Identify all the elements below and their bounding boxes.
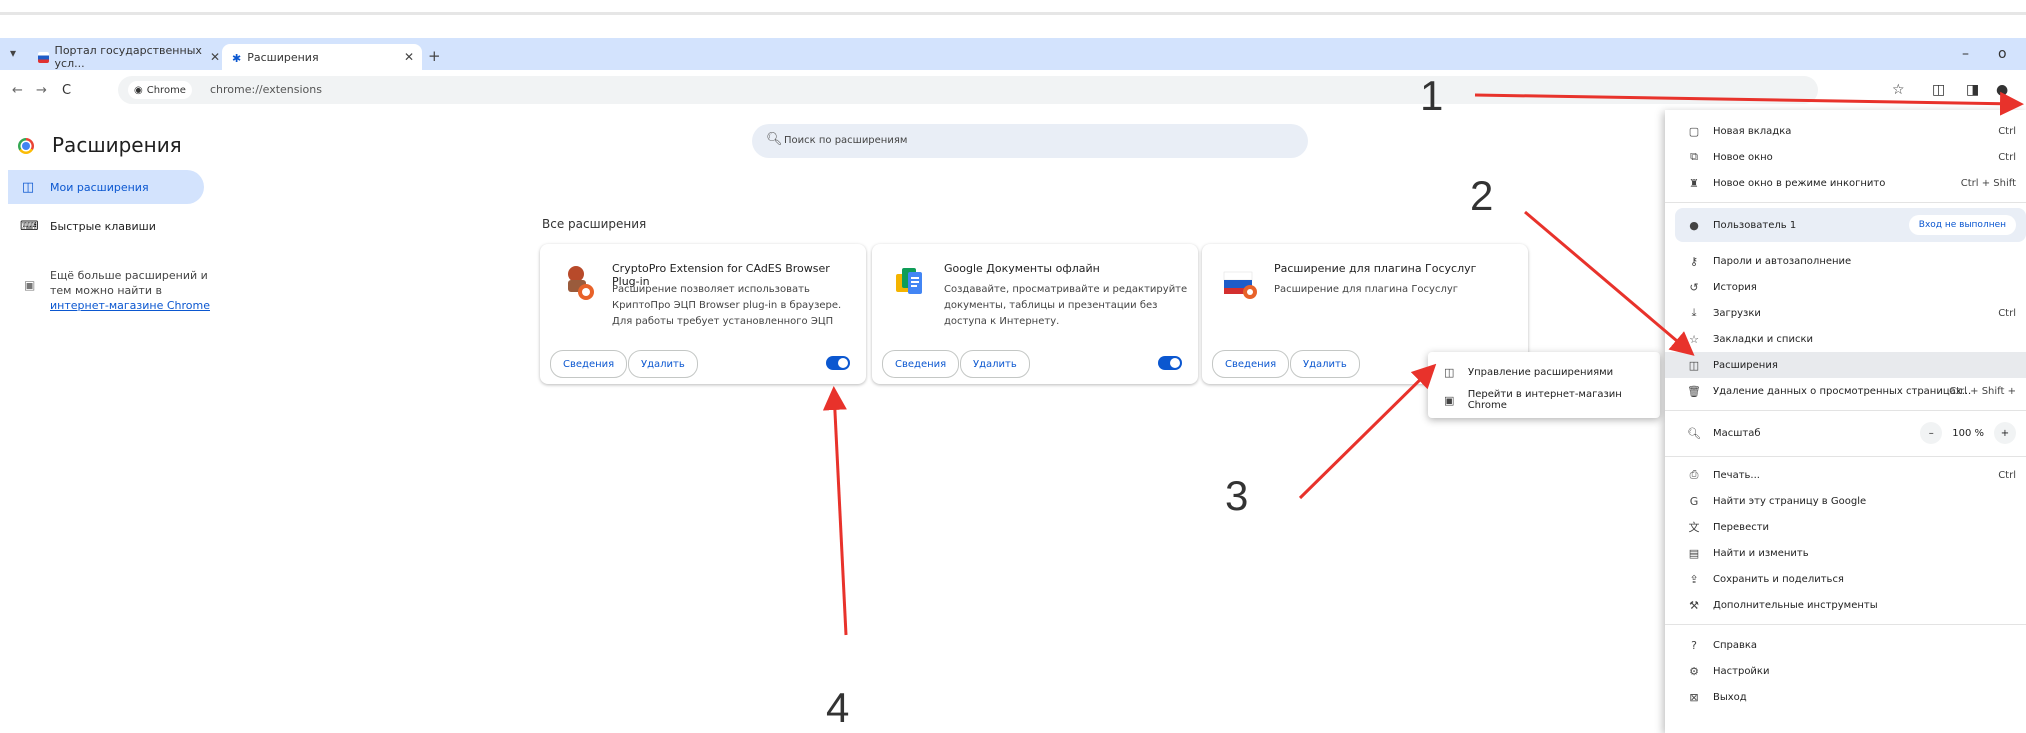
arrow-1 bbox=[1474, 91, 2024, 116]
annotation-arrows bbox=[822, 91, 2024, 636]
arrow-2 bbox=[1524, 210, 1695, 356]
arrow-3 bbox=[1298, 363, 1437, 500]
annotation-number-2: 2 bbox=[1470, 172, 1494, 219]
annotation-number-4: 4 bbox=[826, 684, 850, 731]
arrow-4 bbox=[822, 386, 848, 636]
annotation-number-3: 3 bbox=[1225, 472, 1249, 519]
annotation-number-1: 1 bbox=[1420, 72, 1444, 119]
